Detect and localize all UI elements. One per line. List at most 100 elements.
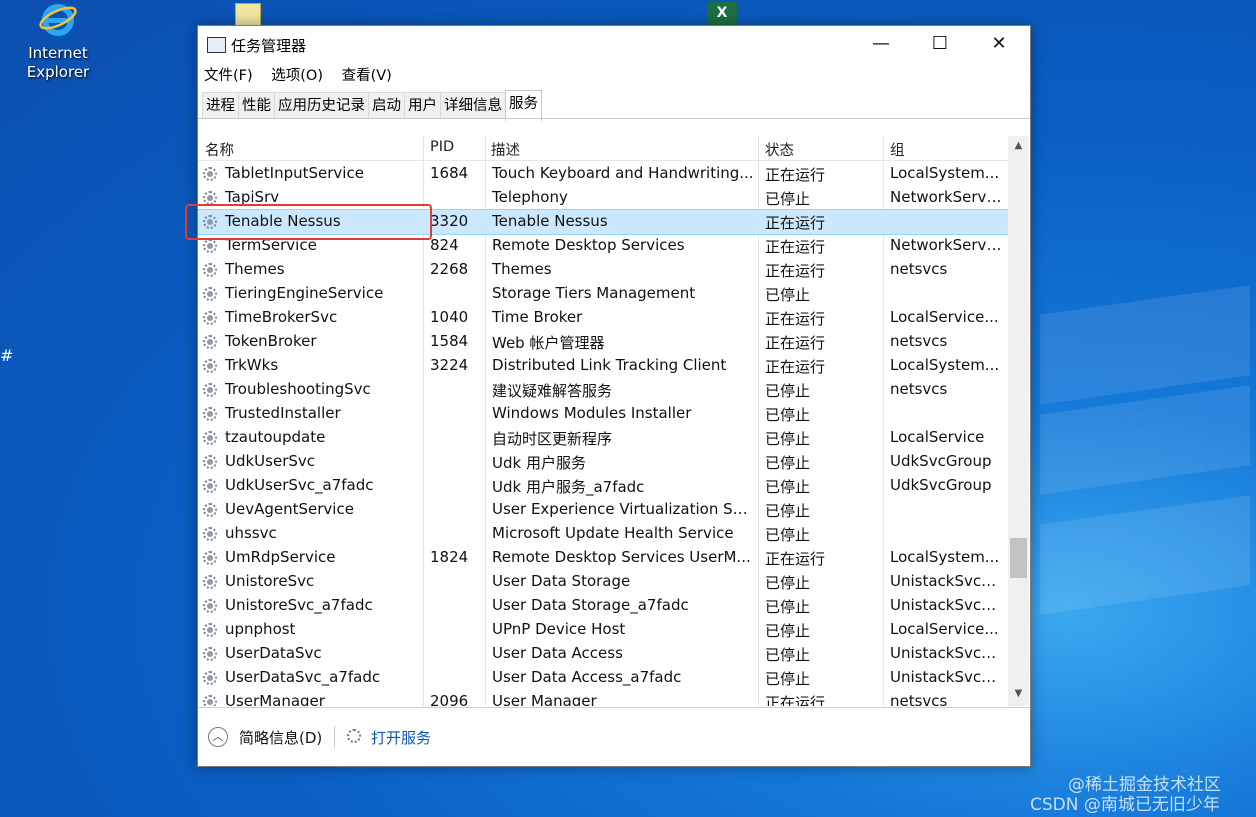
table-row[interactable]: UdkUserSvc Udk 用户服务 已停止 UdkSvcGroup <box>198 450 1008 474</box>
scroll-up-icon[interactable]: ▲ <box>1008 136 1029 156</box>
service-gear-icon <box>203 695 217 706</box>
collapse-chevron-icon[interactable]: ︿ <box>208 727 228 747</box>
cell-name: UserDataSvc_a7fadc <box>225 668 381 686</box>
cell-name: TieringEngineService <box>225 284 384 302</box>
table-row[interactable]: UmRdpService 1824 Remote Desktop Services … <box>198 546 1008 570</box>
cell-pid: 1040 <box>430 308 469 326</box>
service-gear-icon <box>203 575 217 589</box>
scroll-down-icon[interactable]: ▼ <box>1008 684 1029 704</box>
cell-status: 正在运行 <box>765 262 826 280</box>
cell-pid: 3224 <box>430 356 469 374</box>
column-header-name[interactable]: 名称 <box>205 139 234 160</box>
table-row[interactable]: Themes 2268 Themes 正在运行 netsvcs <box>198 258 1008 282</box>
cell-pid: 1824 <box>430 548 469 566</box>
cell-name: UnistoreSvc <box>225 572 315 590</box>
cell-group: UdkSvcGroup <box>890 476 992 494</box>
service-gear-icon <box>203 599 217 613</box>
internet-explorer-desktop-icon[interactable]: Internet Explorer <box>18 0 98 82</box>
table-row[interactable]: UnistoreSvc_a7fadc User Data Storage_a7fa… <box>198 594 1008 618</box>
cell-name: upnphost <box>225 620 296 638</box>
tab-processes[interactable]: 进程 <box>202 92 239 119</box>
tab-users[interactable]: 用户 <box>404 92 441 119</box>
table-row[interactable]: UdkUserSvc_a7fadc Udk 用户服务_a7fadc 已停止 UdkSv… <box>198 474 1008 498</box>
table-row[interactable]: UserDataSvc_a7fadc User Data Access_a7fad… <box>198 666 1008 690</box>
cell-description: Remote Desktop Services UserM... <box>492 548 751 566</box>
footer-bar: ︿ 简略信息(D) 打开服务 <box>198 707 1030 766</box>
cell-group: UnistackSvcG... <box>890 596 1002 614</box>
cell-status: 已停止 <box>765 574 811 592</box>
table-row[interactable]: TabletInputService 1684 Touch Keyboard and… <box>198 162 1008 186</box>
column-header-group[interactable]: 组 <box>890 139 905 160</box>
desktop-edge-glyph: # <box>0 346 14 365</box>
cell-group: LocalService <box>890 428 985 446</box>
window-title: 任务管理器 <box>231 37 307 55</box>
service-gear-icon <box>203 191 217 205</box>
watermark-csdn: CSDN @南城已无旧少年 <box>1030 795 1220 815</box>
cell-description: User Data Access <box>492 644 623 662</box>
table-row[interactable]: UserDataSvc User Data Access 已停止 UnistackSv… <box>198 642 1008 666</box>
cell-description: Telephony <box>492 188 568 206</box>
service-gear-icon <box>203 455 217 469</box>
title-bar[interactable]: 任务管理器 — ☐ ✕ <box>198 26 1030 62</box>
cell-pid: 2268 <box>430 260 469 278</box>
cell-description: Microsoft Update Health Service <box>492 524 734 542</box>
maximize-button[interactable]: ☐ <box>911 26 969 62</box>
cell-description: Remote Desktop Services <box>492 236 685 254</box>
menu-options[interactable]: 选项(O) <box>271 68 323 84</box>
tab-services[interactable]: 服务 <box>505 90 542 121</box>
less-details-link[interactable]: 简略信息(D) <box>239 727 322 748</box>
table-row[interactable]: UnistoreSvc User Data Storage 已停止 UnistackS… <box>198 570 1008 594</box>
cell-group: LocalService... <box>890 620 999 638</box>
column-header-status[interactable]: 状态 <box>765 139 794 160</box>
cell-status: 正在运行 <box>765 550 826 568</box>
table-row[interactable]: tzautoupdate 自动时区更新程序 已停止 LocalService <box>198 426 1008 450</box>
menu-view[interactable]: 查看(V) <box>342 68 392 84</box>
menu-bar: 文件(F) 选项(O) 查看(V) <box>204 64 406 85</box>
column-header-description[interactable]: 描述 <box>491 139 520 160</box>
desktop-file-icon[interactable] <box>235 3 261 27</box>
table-row[interactable]: TokenBroker 1584 Web 帐户管理器 正在运行 netsvcs <box>198 330 1008 354</box>
service-gear-icon <box>203 239 217 253</box>
tab-startup[interactable]: 启动 <box>368 92 405 119</box>
cell-name: UserDataSvc <box>225 644 322 662</box>
cell-status: 已停止 <box>765 622 811 640</box>
column-header-pid[interactable]: PID <box>430 139 454 155</box>
service-gear-icon <box>203 407 217 421</box>
open-services-link[interactable]: 打开服务 <box>371 727 431 748</box>
tab-details[interactable]: 详细信息 <box>440 92 506 119</box>
service-gear-icon <box>203 527 217 541</box>
cell-status: 正在运行 <box>765 310 826 328</box>
table-row[interactable]: UserManager 2096 User Manager 正在运行 netsvcs <box>198 690 1008 706</box>
cell-name: TimeBrokerSvc <box>225 308 338 326</box>
cell-group: netsvcs <box>890 692 948 706</box>
table-row[interactable]: TieringEngineService Storage Tiers Manage… <box>198 282 1008 306</box>
table-row[interactable]: TimeBrokerSvc 1040 Time Broker 正在运行 LocalSer… <box>198 306 1008 330</box>
table-row[interactable]: TrustedInstaller Windows Modules Installe… <box>198 402 1008 426</box>
task-manager-icon <box>207 37 226 53</box>
excel-file-icon[interactable]: X <box>707 2 737 25</box>
service-gear-icon <box>203 287 217 301</box>
cell-description: Storage Tiers Management <box>492 284 696 302</box>
table-row[interactable]: UevAgentService User Experience Virtualiz… <box>198 498 1008 522</box>
table-row[interactable]: TroubleshootingSvc 建议疑难解答服务 已停止 netsvcs <box>198 378 1008 402</box>
table-header: ^ 名称 PID 描述 状态 组 <box>198 136 1008 161</box>
cell-name: UdkUserSvc <box>225 452 316 470</box>
vertical-scrollbar[interactable]: ▲ ▼ <box>1008 136 1029 706</box>
tab-app-history[interactable]: 应用历史记录 <box>274 92 369 119</box>
table-row[interactable]: TrkWks 3224 Distributed Link Tracking Clie… <box>198 354 1008 378</box>
cell-name: UserManager <box>225 692 325 706</box>
scrollbar-thumb[interactable] <box>1010 538 1027 578</box>
cell-description: User Data Storage_a7fadc <box>492 596 689 614</box>
tab-performance[interactable]: 性能 <box>238 92 275 119</box>
cell-description: Udk 用户服务_a7fadc <box>492 478 645 496</box>
menu-file[interactable]: 文件(F) <box>204 68 253 84</box>
minimize-button[interactable]: — <box>852 26 910 62</box>
close-button[interactable]: ✕ <box>970 26 1028 62</box>
cell-group: LocalService... <box>890 308 999 326</box>
cell-description: Tenable Nessus <box>492 212 608 230</box>
cell-group: UnistackSvcG... <box>890 572 1002 590</box>
cell-description: 建议疑难解答服务 <box>492 382 613 400</box>
table-row[interactable]: uhssvc Microsoft Update Health Service 已停止 <box>198 522 1008 546</box>
cell-status: 已停止 <box>765 382 811 400</box>
table-row[interactable]: upnphost UPnP Device Host 已停止 LocalService.… <box>198 618 1008 642</box>
